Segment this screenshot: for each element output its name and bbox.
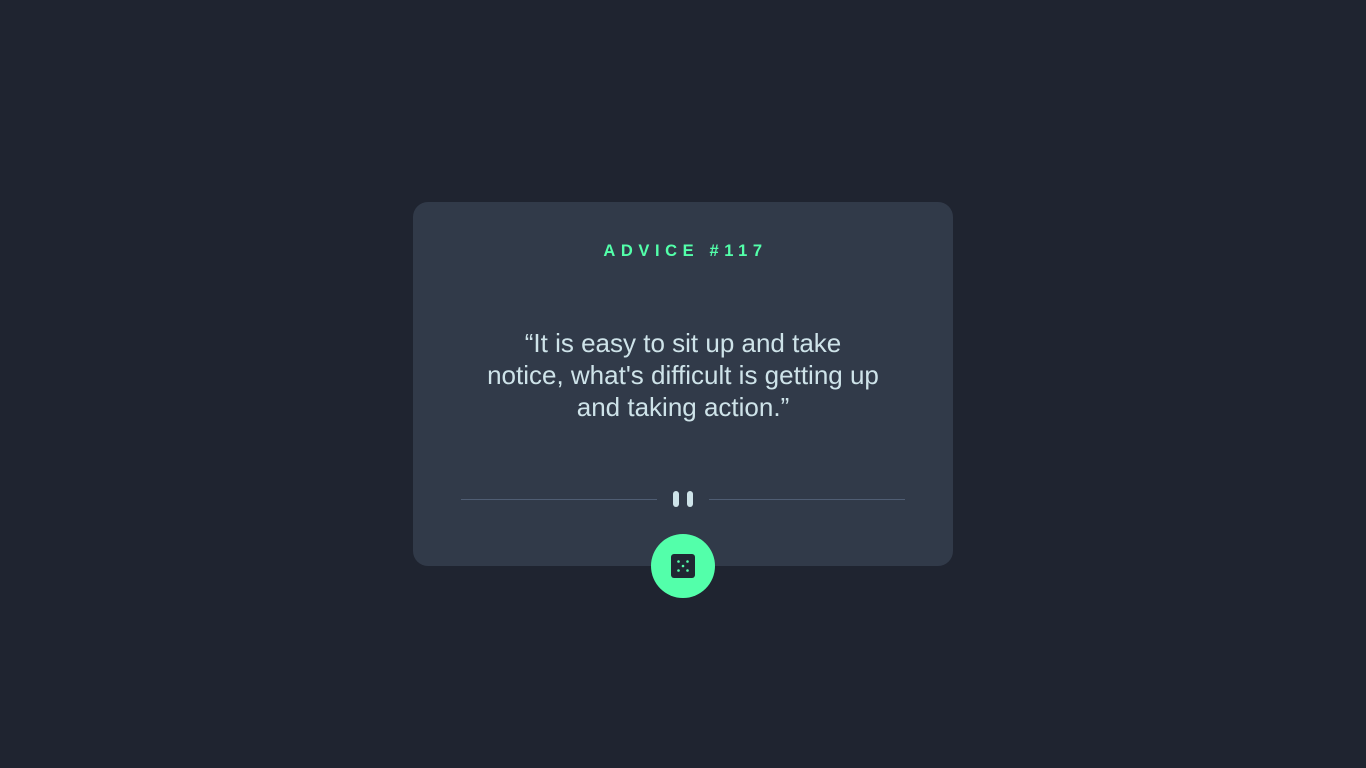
pause-bar-right: [687, 491, 693, 507]
pattern-divider: [461, 489, 905, 509]
advice-quote: “It is easy to sit up and take notice, w…: [487, 328, 879, 422]
new-advice-button[interactable]: [651, 534, 715, 598]
dice-icon: [671, 554, 695, 578]
pause-icon: [672, 491, 694, 507]
divider-line-left: [461, 499, 657, 500]
divider-line-right: [709, 499, 905, 500]
advice-card: ADVICE #117 “It is easy to sit up and ta…: [413, 202, 953, 598]
advice-id-heading: ADVICE #117: [603, 242, 768, 260]
pause-bar-left: [673, 491, 679, 507]
